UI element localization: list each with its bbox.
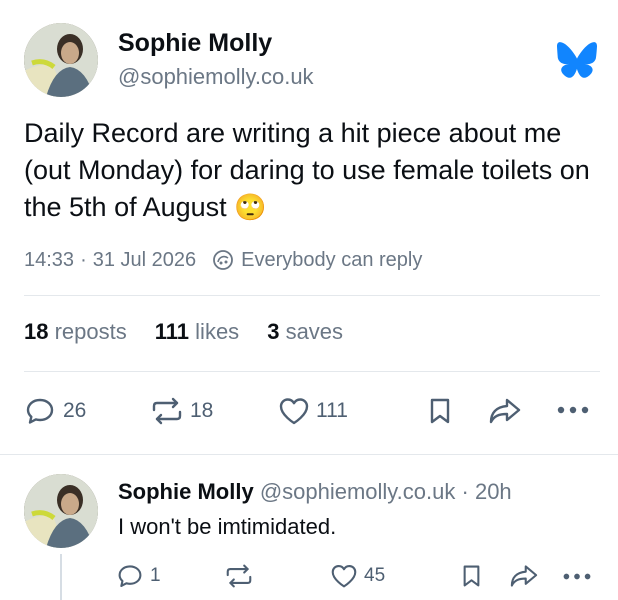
reposts-count: 18 [24,319,49,344]
reply-like-count: 45 [364,565,386,586]
date-separator: · [80,249,87,271]
thread-line [60,554,62,600]
reply-like-button[interactable]: 45 [330,563,385,589]
post-text-block: Daily Record are writing a hit piece abo… [24,115,599,227]
divider-mid [24,371,600,372]
post-author-handle[interactable]: @sophiemolly.co.uk [118,64,314,90]
repost-icon [152,397,182,425]
post-stats-row: 18 reposts 111 likes 3 saves [24,318,343,346]
reposts-stat[interactable]: 18 reposts [24,318,127,346]
reply-more-options-button[interactable] [562,572,592,581]
post-timestamp-row: 14:33 · 31 Jul 2026 Everybody can reply [24,247,422,273]
saves-stat[interactable]: 3 saves [267,318,343,346]
reply-reply-button[interactable]: 1 [117,563,161,589]
eye-roll-emoji: 🙄 [234,193,267,223]
bookmark-button[interactable] [428,397,452,425]
post-time[interactable]: 14:33 [24,247,74,273]
more-options-button[interactable] [556,405,590,415]
reply-count: 26 [63,399,87,422]
reply-setting-label[interactable]: Everybody can reply [241,247,422,273]
reposts-label: reposts [54,319,127,344]
bookmark-icon [430,398,450,424]
like-icon [279,398,309,425]
post-text: Daily Record are writing a hit piece abo… [24,118,590,222]
likes-stat[interactable]: 111 likes [155,318,239,346]
reply-share-button[interactable] [509,563,539,589]
divider-thread [0,454,618,455]
post-date[interactable]: 31 Jul 2026 [93,247,196,273]
reply-age[interactable]: 20h [475,479,512,504]
share-icon [510,565,538,587]
reply-icon [26,398,54,424]
reply-author-handle[interactable]: @sophiemolly.co.uk [260,479,456,504]
saves-label: saves [285,319,344,344]
reply-button[interactable]: 26 [25,396,86,426]
reply-repost-button[interactable] [224,563,254,589]
reply-header: Sophie Molly @sophiemolly.co.uk · 20h [118,478,512,506]
post-author-avatar[interactable] [24,23,98,97]
share-button[interactable] [488,396,522,426]
divider-top [24,295,600,296]
like-count: 111 [316,399,348,422]
reply-author-avatar[interactable] [24,474,98,548]
bookmark-icon [463,565,480,587]
reply-separator: · [461,479,469,504]
post-author-name[interactable]: Sophie Molly [118,28,272,58]
more-icon [563,573,591,580]
repost-icon [226,564,252,588]
likes-count: 111 [154,319,190,344]
reply-text: I won't be imtimidated. [118,514,337,539]
bluesky-butterfly-icon[interactable] [557,42,597,78]
repost-count: 18 [190,399,214,422]
repost-button[interactable]: 18 [150,396,213,426]
like-button[interactable]: 111 [278,396,348,426]
reply-setting-icon [212,249,234,271]
saves-count: 3 [267,319,280,344]
reply-icon [118,565,142,588]
reply-author-name[interactable]: Sophie Molly [118,479,254,504]
like-icon [331,564,357,588]
reply-reply-count: 1 [150,565,161,586]
more-icon [557,406,589,414]
reply-bookmark-button[interactable] [461,564,482,588]
share-icon [489,398,521,424]
likes-label: likes [195,319,240,344]
